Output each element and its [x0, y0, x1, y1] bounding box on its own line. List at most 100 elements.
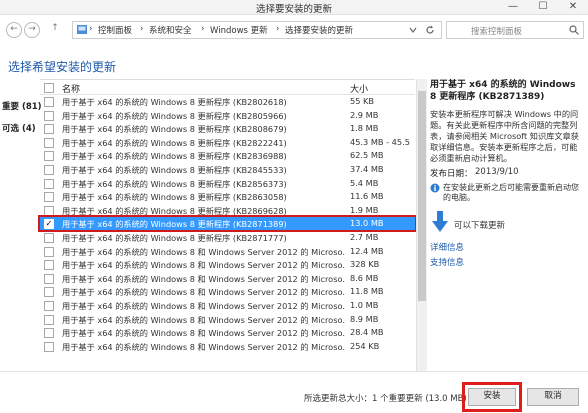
update-checkbox[interactable] — [44, 273, 54, 284]
breadcrumb-system-security[interactable]: 系统和安全 — [149, 24, 192, 36]
address-bar[interactable]: › 控制面板 › 系统和安全 › Windows 更新 › 选择要安装的更新 — [72, 21, 442, 39]
update-checkbox[interactable] — [44, 233, 54, 243]
update-row[interactable]: 用于基于 x64 的系统的 Windows 8 和 Windows Server… — [40, 285, 415, 298]
bottom-divider — [0, 371, 588, 372]
breadcrumb-separator: › — [276, 24, 280, 34]
update-row[interactable]: 用于基于 x64 的系统的 Windows 8 和 Windows Server… — [40, 258, 415, 271]
breadcrumb-choose-updates[interactable]: 选择要安装的更新 — [285, 24, 353, 36]
breadcrumb-control-panel[interactable]: 控制面板 — [98, 24, 132, 36]
update-name: 用于基于 x64 的系统的 Windows 8 和 Windows Server… — [62, 341, 345, 352]
update-row[interactable]: 用于基于 x64 的系统的 Windows 8 更新程序 (KB2863058)… — [40, 190, 415, 203]
update-row[interactable]: 用于基于 x64 的系统的 Windows 8 和 Windows Server… — [40, 245, 415, 258]
page-heading: 选择希望安装的更新 — [8, 60, 117, 74]
support-info-link[interactable]: 支持信息 — [430, 256, 464, 268]
update-checkbox[interactable] — [44, 110, 54, 121]
update-row[interactable]: 用于基于 x64 的系统的 Windows 8 更新程序 (KB2856373)… — [40, 177, 415, 190]
details-description: 安装本更新程序可解决 Windows 中的问题。有关此更新程序中所含问题的完整列… — [430, 109, 579, 163]
update-name: 用于基于 x64 的系统的 Windows 8 更新程序 (KB2869628) — [62, 205, 287, 216]
close-button[interactable]: ✕ — [558, 0, 588, 14]
update-row[interactable]: 用于基于 x64 的系统的 Windows 8 更新程序 (KB2869628)… — [40, 204, 415, 217]
list-scrollbar[interactable] — [416, 79, 427, 371]
update-row[interactable]: 用于基于 x64 的系统的 Windows 8 和 Windows Server… — [40, 272, 415, 285]
update-checkbox[interactable] — [44, 178, 54, 189]
update-size: 11.6 MB — [350, 191, 384, 202]
update-name: 用于基于 x64 的系统的 Windows 8 和 Windows Server… — [62, 314, 345, 325]
update-row[interactable]: 用于基于 x64 的系统的 Windows 8 更新程序 (KB2808679)… — [40, 122, 415, 135]
update-checkbox[interactable] — [44, 314, 54, 325]
update-name: 用于基于 x64 的系统的 Windows 8 和 Windows Server… — [62, 273, 345, 284]
category-important[interactable]: 重要 (81) — [2, 100, 42, 112]
update-row[interactable]: 用于基于 x64 的系统的 Windows 8 更新程序 (KB2871777)… — [40, 231, 415, 244]
update-checkbox[interactable] — [44, 246, 54, 257]
details-title: 用于基于 x64 的系统的 Windows 8 更新程序 (KB2871389) — [430, 80, 576, 102]
update-row[interactable]: 用于基于 x64 的系统的 Windows 8 和 Windows Server… — [40, 326, 415, 339]
update-checkbox[interactable] — [44, 192, 54, 203]
update-name: 用于基于 x64 的系统的 Windows 8 和 Windows Server… — [62, 260, 345, 271]
update-row[interactable]: 用于基于 x64 的系统的 Windows 8 更新程序 (KB2802618)… — [40, 95, 415, 108]
update-name: 用于基于 x64 的系统的 Windows 8 和 Windows Server… — [62, 246, 345, 257]
update-checkbox[interactable] — [44, 341, 54, 352]
cancel-button[interactable]: 取消 — [527, 388, 579, 406]
update-row[interactable]: 用于基于 x64 的系统的 Windows 8 和 Windows Server… — [40, 299, 415, 312]
maximize-button[interactable]: ☐ — [528, 0, 558, 14]
update-checkbox[interactable] — [44, 205, 54, 216]
update-checkbox[interactable] — [44, 301, 54, 311]
column-size-header[interactable]: 大小 — [350, 82, 368, 95]
published-label: 发布日期： — [430, 169, 473, 179]
update-row[interactable]: 用于基于 x64 的系统的 Windows 8 更新程序 (KB2845533)… — [40, 163, 415, 176]
update-size: 45.3 MB - 45.5 — [350, 136, 410, 147]
search-icon[interactable] — [569, 25, 579, 35]
info-icon — [430, 183, 440, 193]
update-list: 名称 大小 用于基于 x64 的系统的 Windows 8 更新程序 (KB28… — [38, 79, 417, 372]
restart-warning: 在安装此更新之后可能需要重新启动您的电脑。 — [443, 183, 579, 202]
update-size: 328 KB — [350, 259, 380, 270]
update-size: 1.8 MB — [350, 123, 379, 134]
update-checkbox[interactable] — [44, 137, 54, 148]
refresh-icon[interactable] — [425, 25, 435, 35]
update-name: 用于基于 x64 的系统的 Windows 8 更新程序 (KB2856373) — [62, 178, 287, 189]
update-size: 8.6 MB — [350, 272, 379, 283]
address-row: ← → ↑ › 控制面板 › 系统和安全 › Windows 更新 › 选择要安… — [0, 15, 588, 43]
update-size: 1.9 MB — [350, 204, 379, 215]
breadcrumb-separator: › — [201, 24, 205, 34]
search-field[interactable]: 搜索控制面板 — [446, 21, 584, 39]
update-checkbox[interactable] — [44, 151, 54, 162]
update-name: 用于基于 x64 的系统的 Windows 8 更新程序 (KB2836988) — [62, 151, 287, 162]
update-checkbox[interactable] — [44, 97, 54, 107]
update-row[interactable]: 用于基于 x64 的系统的 Windows 8 更新程序 (KB2822241)… — [40, 136, 415, 149]
back-button[interactable]: ← — [6, 22, 22, 38]
category-optional[interactable]: 可选 (4) — [2, 122, 36, 134]
update-row[interactable]: 用于基于 x64 的系统的 Windows 8 和 Windows Server… — [40, 340, 415, 353]
update-row[interactable]: 用于基于 x64 的系统的 Windows 8 和 Windows Server… — [40, 313, 415, 326]
update-name: 用于基于 x64 的系统的 Windows 8 更新程序 (KB2871777) — [62, 233, 287, 243]
update-name: 用于基于 x64 的系统的 Windows 8 更新程序 (KB2802618) — [62, 97, 287, 107]
select-all-checkbox[interactable] — [44, 83, 54, 93]
update-row[interactable]: 用于基于 x64 的系统的 Windows 8 更新程序 (KB2805966)… — [40, 109, 415, 122]
update-checkbox[interactable] — [44, 165, 54, 175]
breadcrumb-windows-update[interactable]: Windows 更新 — [210, 24, 268, 36]
update-checkbox[interactable] — [44, 328, 54, 339]
dropdown-icon[interactable] — [409, 26, 417, 34]
update-row[interactable]: ✓ 用于基于 x64 的系统的 Windows 8 更新程序 (KB2871389… — [38, 215, 417, 233]
update-checkbox[interactable] — [44, 260, 54, 271]
update-checkbox[interactable]: ✓ — [44, 219, 54, 230]
install-button[interactable]: 安装 — [462, 382, 522, 412]
update-size: 5.4 MB — [350, 177, 379, 188]
up-button[interactable]: ↑ — [48, 22, 62, 36]
more-info-link[interactable]: 详细信息 — [430, 241, 464, 253]
update-checkbox[interactable] — [44, 124, 54, 135]
scrollbar-thumb[interactable] — [418, 91, 426, 301]
breadcrumb-separator: › — [89, 24, 93, 34]
update-size: 1.0 MB — [350, 300, 379, 310]
published-value: 2013/9/10 — [475, 167, 519, 177]
update-name: 用于基于 x64 的系统的 Windows 8 更新程序 (KB2805966) — [62, 110, 287, 121]
update-name: 用于基于 x64 的系统的 Windows 8 和 Windows Server… — [62, 328, 345, 339]
column-name-header[interactable]: 名称 — [62, 82, 80, 95]
forward-button[interactable]: → — [24, 22, 40, 38]
details-pane: 用于基于 x64 的系统的 Windows 8 更新程序 (KB2871389)… — [430, 79, 588, 371]
update-checkbox[interactable] — [44, 287, 54, 298]
update-size: 13.0 MB — [350, 218, 384, 229]
update-size: 62.5 MB — [350, 150, 384, 161]
update-row[interactable]: 用于基于 x64 的系统的 Windows 8 更新程序 (KB2836988)… — [40, 149, 415, 162]
minimize-button[interactable]: — — [498, 0, 528, 14]
